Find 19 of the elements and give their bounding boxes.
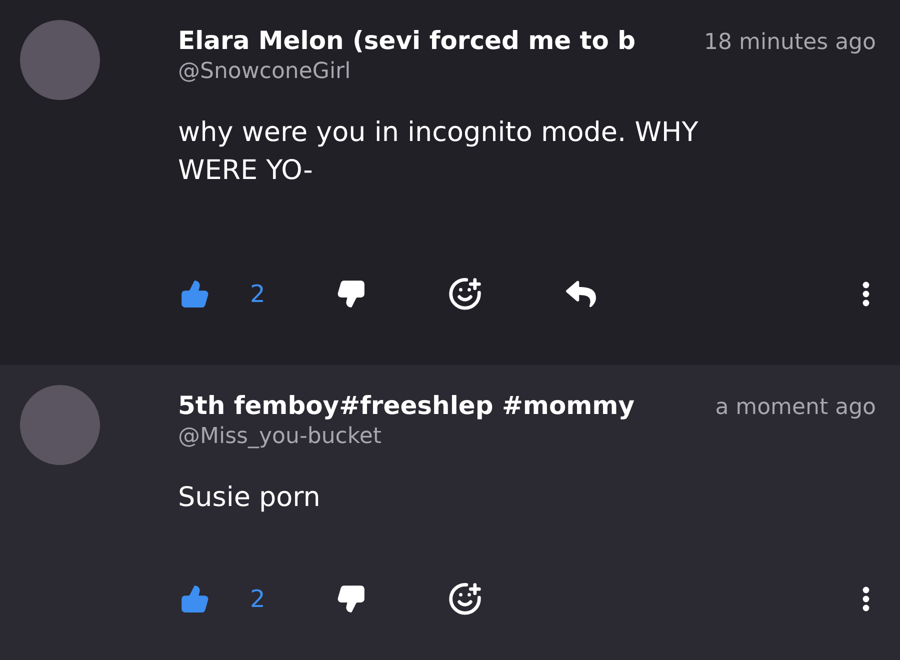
smile-plus-icon bbox=[448, 582, 482, 616]
thumbs-down-icon bbox=[336, 279, 366, 309]
thumbs-down-icon bbox=[336, 584, 366, 614]
timestamp: 18 minutes ago bbox=[704, 30, 876, 55]
like-button[interactable]: 2 bbox=[180, 584, 336, 614]
user-handle: @Miss_you-bucket bbox=[178, 424, 382, 449]
comment-text: why were you in incognito mode. WHY WERE YO- bbox=[178, 116, 700, 188]
comment-text: Susie porn bbox=[178, 481, 322, 515]
reply-icon bbox=[566, 279, 596, 309]
more-icon bbox=[862, 586, 870, 612]
author-name: Elara Melon (sevi forced me to b bbox=[178, 26, 636, 55]
more-icon bbox=[862, 281, 870, 307]
timestamp: a moment ago bbox=[715, 395, 876, 420]
smile-plus-icon bbox=[448, 277, 482, 311]
thumbs-up-icon bbox=[180, 279, 210, 309]
user-handle: @SnowconeGirl bbox=[178, 59, 352, 84]
author-name: 5th femboy#freeshlep #mommy bbox=[178, 391, 635, 420]
thumbs-up-icon bbox=[180, 584, 210, 614]
like-button[interactable]: 2 bbox=[180, 279, 336, 309]
